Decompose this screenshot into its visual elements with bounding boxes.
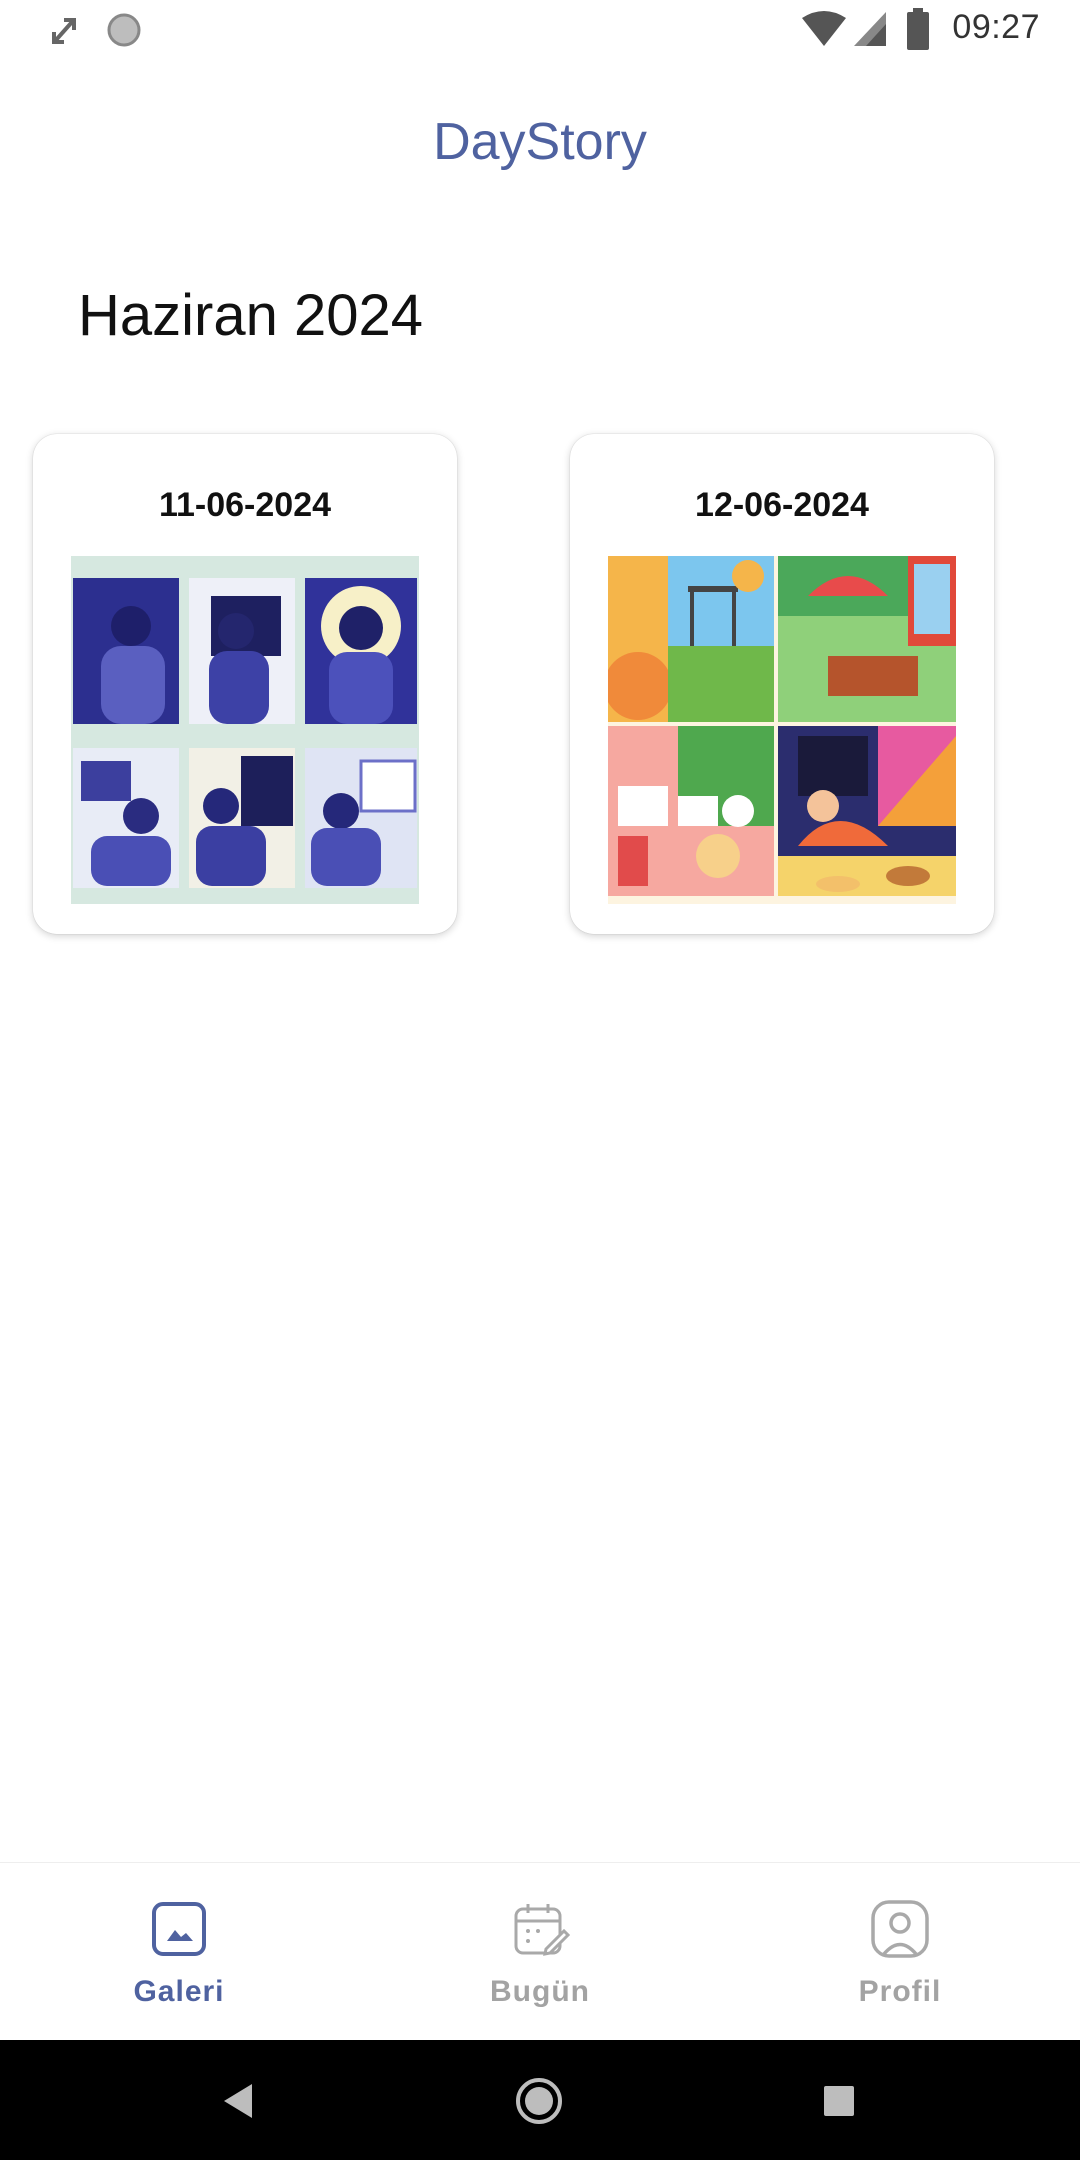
sync-icon <box>107 13 141 47</box>
gallery-icon <box>152 1902 206 1956</box>
battery-icon <box>907 8 929 50</box>
day-story-image <box>71 556 419 904</box>
status-bar: 09:27 <box>0 0 1080 60</box>
bottom-navigation: Galeri Bugün Profil <box>0 1862 1080 2041</box>
profile-icon <box>871 1900 929 1958</box>
wifi-icon <box>802 11 846 46</box>
app-title: DayStory <box>433 113 647 171</box>
status-time: 09:27 <box>952 8 1040 46</box>
day-card[interactable]: 12-06-2024 <box>570 434 994 934</box>
signal-icon <box>854 12 886 46</box>
nav-tab-bugun[interactable]: Bugün <box>440 1863 640 2041</box>
card-date: 12-06-2024 <box>695 486 869 524</box>
home-icon[interactable] <box>514 2076 564 2126</box>
nav-label-galeri: Galeri <box>133 1975 225 2008</box>
back-icon[interactable] <box>222 2082 256 2120</box>
day-card[interactable]: 11-06-2024 <box>33 434 457 934</box>
system-navigation-bar <box>0 2040 1080 2160</box>
nav-label-profil: Profil <box>858 1975 942 2008</box>
nav-tab-galeri[interactable]: Galeri <box>79 1863 279 2041</box>
nav-tab-profil[interactable]: Profil <box>800 1863 1000 2041</box>
screen-rotate-icon <box>52 18 76 44</box>
recents-icon[interactable] <box>822 2084 856 2118</box>
card-date: 11-06-2024 <box>158 486 332 524</box>
month-title: Haziran 2024 <box>78 283 423 348</box>
calendar-edit-icon <box>514 1904 570 1956</box>
day-story-image <box>608 556 956 904</box>
nav-label-bugun: Bugün <box>490 1975 590 2008</box>
